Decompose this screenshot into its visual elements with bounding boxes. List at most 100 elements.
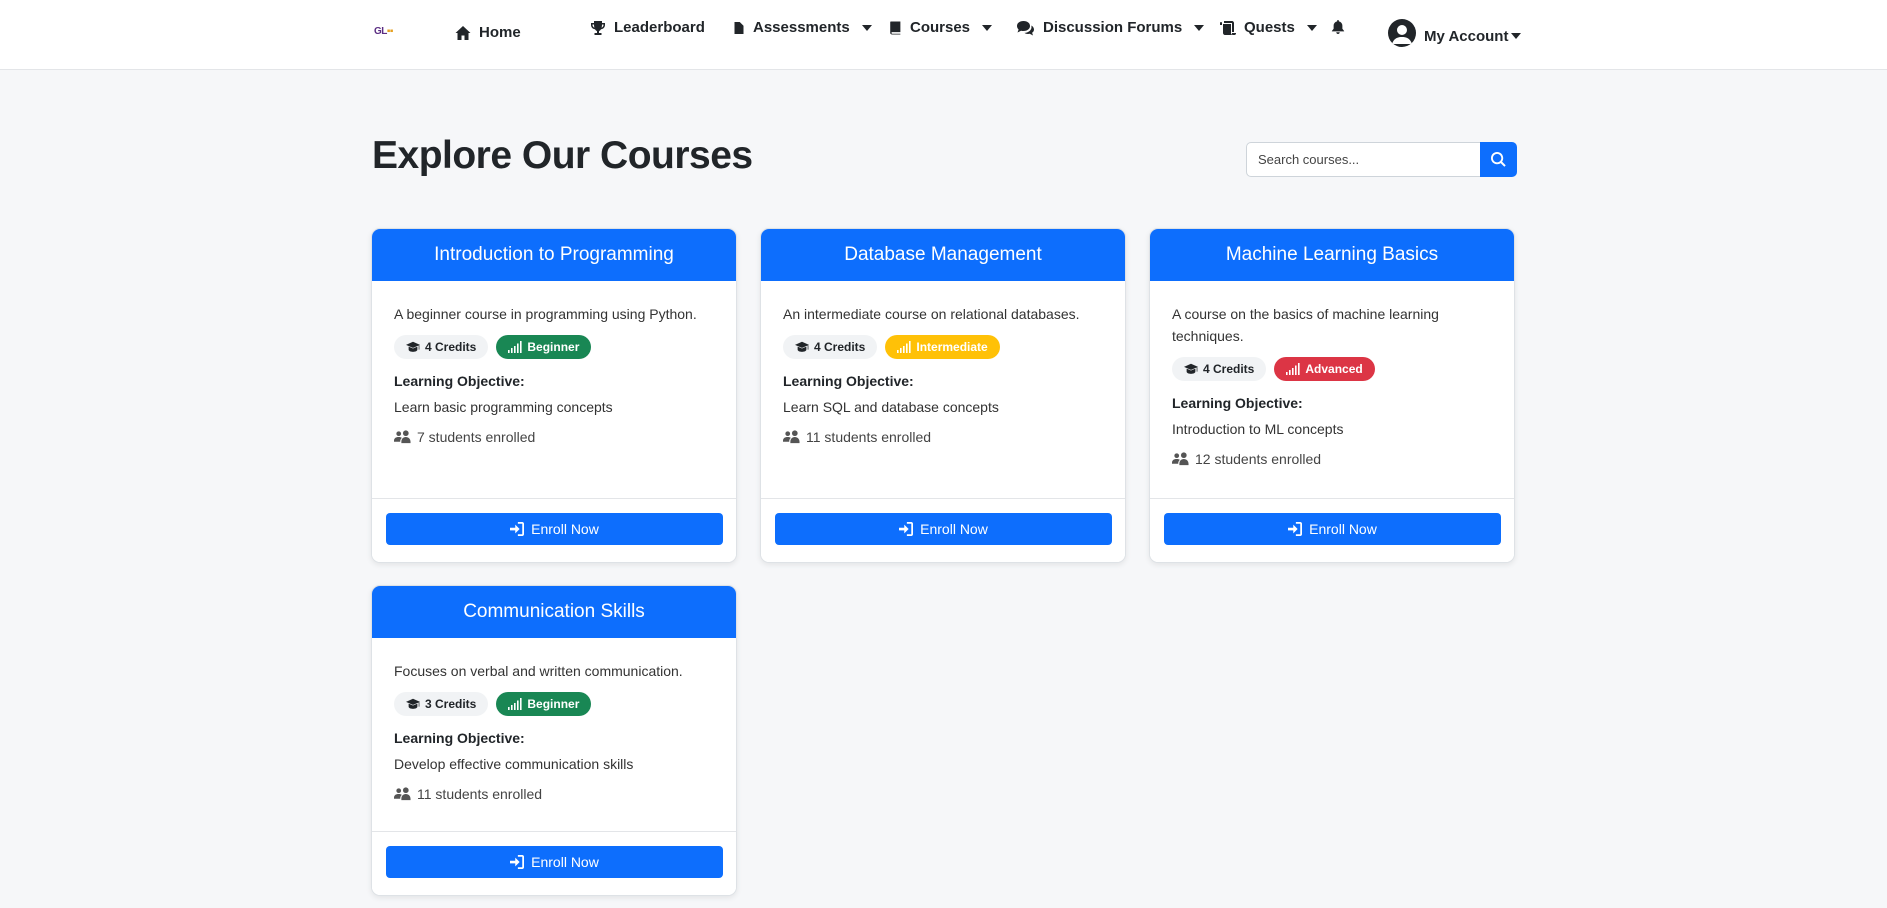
level-text: Advanced: [1305, 362, 1363, 376]
graduation-cap-icon: [406, 341, 420, 352]
course-card: Communication Skills Focuses on verbal a…: [371, 585, 737, 896]
course-card: Machine Learning Basics A course on the …: [1149, 228, 1515, 563]
search-button[interactable]: [1480, 142, 1517, 177]
site-logo[interactable]: GL▪▪: [374, 26, 406, 40]
enroll-button-label: Enroll Now: [1309, 521, 1377, 537]
chevron-down-icon: [1194, 24, 1205, 31]
signal-icon: [508, 341, 522, 353]
enroll-button[interactable]: Enroll Now: [1164, 513, 1501, 545]
card-footer: Enroll Now: [372, 498, 736, 562]
nav-home-label: Home: [479, 24, 521, 41]
users-icon: [1172, 452, 1189, 466]
enroll-button[interactable]: Enroll Now: [386, 513, 723, 545]
nav-assessments-label: Assessments: [753, 19, 850, 36]
graduation-cap-icon: [406, 698, 420, 709]
course-title: Introduction to Programming: [372, 229, 736, 281]
users-icon: [783, 430, 800, 444]
enrollment-text: 12 students enrolled: [1195, 451, 1322, 467]
card-footer: Enroll Now: [1150, 498, 1514, 562]
nav-home[interactable]: Home: [455, 24, 521, 41]
level-badge: Advanced: [1274, 357, 1375, 381]
chevron-down-icon: [1306, 24, 1317, 31]
users-icon: [394, 430, 411, 444]
search-input[interactable]: [1246, 142, 1481, 177]
nav-forums-dropdown[interactable]: Discussion Forums: [1016, 19, 1205, 36]
level-badge: Intermediate: [885, 335, 1000, 359]
home-icon: [455, 25, 471, 40]
enrollment-text: 11 students enrolled: [417, 786, 543, 802]
signal-icon: [1286, 363, 1300, 375]
enrollment-text: 11 students enrolled: [806, 429, 932, 445]
level-badge: Beginner: [496, 335, 592, 359]
nav-forums-label: Discussion Forums: [1043, 19, 1183, 36]
credits-text: 4 Credits: [425, 340, 477, 354]
objective-text: Introduction to ML concepts: [1172, 421, 1344, 437]
trophy-icon: [591, 20, 605, 35]
nav-quests-label: Quests: [1244, 19, 1295, 36]
enrollment-count: 7 students enrolled: [394, 429, 714, 445]
course-card: Introduction to Programming A beginner c…: [371, 228, 737, 563]
book-icon: [890, 21, 901, 34]
sign-in-icon: [899, 522, 914, 536]
bell-icon: [1331, 20, 1345, 34]
account-menu-dropdown[interactable]: My Account: [1388, 19, 1522, 47]
chevron-down-icon: [982, 24, 993, 31]
course-description: A course on the basics of machine learni…: [1172, 306, 1439, 344]
enroll-button-label: Enroll Now: [920, 521, 988, 537]
credits-text: 3 Credits: [425, 697, 477, 711]
course-description: A beginner course in programming using P…: [394, 306, 697, 322]
signal-icon: [508, 698, 522, 710]
enrollment-count: 11 students enrolled: [783, 429, 1103, 445]
objective-text: Learn basic programming concepts: [394, 399, 613, 415]
nav-assessments-dropdown[interactable]: Assessments: [733, 19, 872, 36]
graduation-cap-icon: [1184, 363, 1198, 374]
card-footer: Enroll Now: [761, 498, 1125, 562]
users-icon: [394, 787, 411, 801]
level-text: Intermediate: [916, 340, 988, 354]
file-icon: [734, 21, 744, 34]
enroll-button[interactable]: Enroll Now: [775, 513, 1112, 545]
enrollment-text: 7 students enrolled: [417, 429, 536, 445]
credits-badge: 4 Credits: [1172, 357, 1267, 381]
credits-badge: 4 Credits: [783, 335, 878, 359]
nav-courses-label: Courses: [910, 19, 971, 36]
user-circle-icon: [1388, 19, 1416, 47]
enrollment-count: 11 students enrolled: [394, 786, 714, 802]
nav-leaderboard[interactable]: Leaderboard: [590, 19, 705, 36]
scroll-icon: [1220, 20, 1236, 35]
card-footer: Enroll Now: [372, 831, 736, 895]
enroll-button-label: Enroll Now: [531, 521, 599, 537]
objective-label: Learning Objective:: [1172, 395, 1303, 411]
sign-in-icon: [1288, 522, 1303, 536]
page-title: Explore Our Courses: [372, 134, 753, 177]
course-title: Database Management: [761, 229, 1125, 281]
nav-quests-dropdown[interactable]: Quests: [1220, 19, 1317, 36]
search-icon: [1491, 152, 1506, 167]
objective-label: Learning Objective:: [783, 373, 914, 389]
credits-badge: 3 Credits: [394, 692, 489, 716]
account-label: My Account: [1424, 28, 1509, 45]
course-title: Communication Skills: [372, 586, 736, 638]
level-text: Beginner: [527, 340, 580, 354]
credits-badge: 4 Credits: [394, 335, 489, 359]
objective-text: Develop effective communication skills: [394, 756, 634, 772]
enroll-button[interactable]: Enroll Now: [386, 846, 723, 878]
objective-label: Learning Objective:: [394, 730, 525, 746]
level-badge: Beginner: [496, 692, 592, 716]
notifications-button[interactable]: [1331, 19, 1345, 35]
chevron-down-icon: [861, 24, 872, 31]
level-text: Beginner: [527, 697, 580, 711]
course-card: Database Management An intermediate cour…: [760, 228, 1126, 563]
course-description: Focuses on verbal and written communicat…: [394, 663, 683, 679]
comments-icon: [1017, 20, 1034, 35]
credits-text: 4 Credits: [814, 340, 866, 354]
sign-in-icon: [510, 855, 525, 869]
objective-text: Learn SQL and database concepts: [783, 399, 999, 415]
signal-icon: [897, 341, 911, 353]
enroll-button-label: Enroll Now: [531, 854, 599, 870]
objective-label: Learning Objective:: [394, 373, 525, 389]
course-description: An intermediate course on relational dat…: [783, 306, 1080, 322]
credits-text: 4 Credits: [1203, 362, 1255, 376]
top-navbar: GL▪▪ Home Leaderboard Assessments Course…: [0, 0, 1887, 70]
nav-courses-dropdown[interactable]: Courses: [889, 19, 993, 36]
